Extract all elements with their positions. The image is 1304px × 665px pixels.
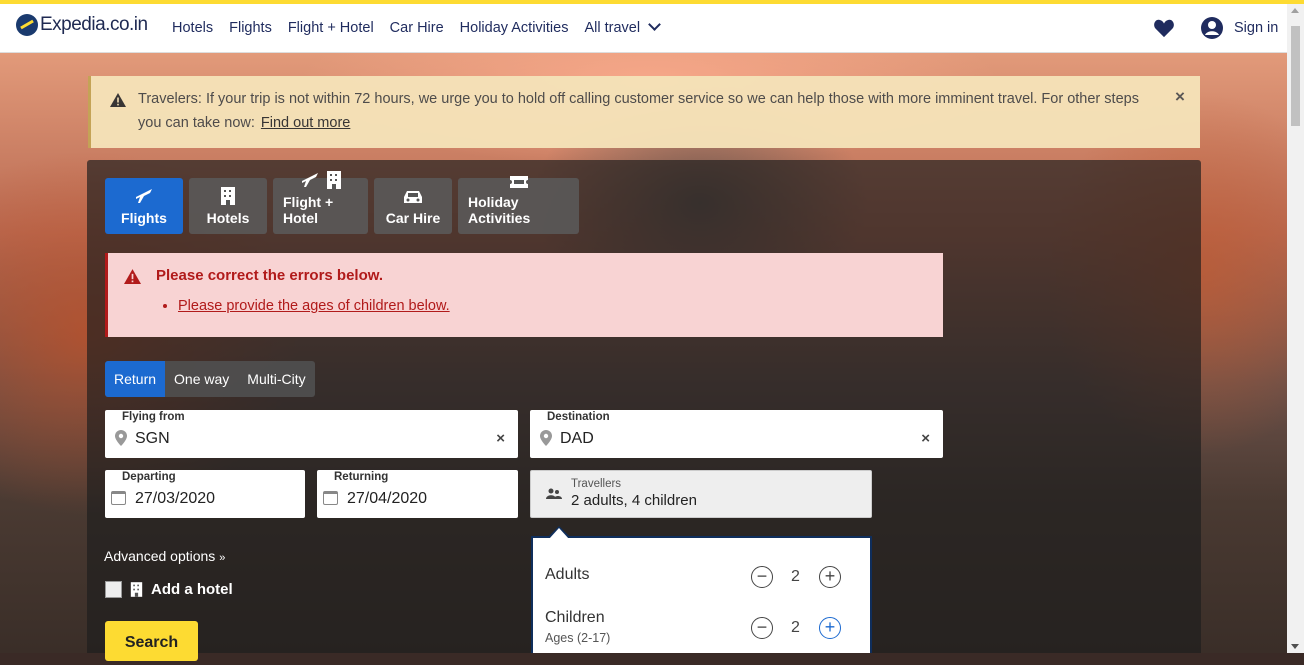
advisory-message: Travelers: If your trip is not within 72… [138,87,1148,135]
nav-holiday-activities[interactable]: Holiday Activities [460,20,569,36]
travellers-value: 2 adults, 4 children [571,492,697,509]
clear-icon[interactable]: × [921,430,930,447]
error-warning-icon [124,269,141,284]
advanced-options-label: Advanced options [104,548,216,564]
tab-label: Holiday Activities [468,194,531,226]
error-list: Please provide the ages of children belo… [148,286,450,314]
sign-in-button[interactable]: Sign in [1201,17,1278,39]
destination-value: DAD [560,430,594,447]
returning-value: 27/04/2020 [347,490,428,507]
adults-decrement-button[interactable]: − [751,566,773,588]
tab-flight-hotel[interactable]: Flight + Hotel [273,171,368,234]
search-button[interactable]: Search [105,621,198,661]
tab-label: Hotels [206,210,250,226]
departing-field[interactable]: Departing 27/03/2020 [105,470,305,518]
flying-from-label: Flying from [122,411,185,423]
adults-row: Adults − 2 + [545,566,857,606]
plane-building-icon [300,171,342,189]
children-count: 2 [791,619,800,636]
tab-car-hire[interactable]: Car Hire [374,178,452,234]
warning-icon [110,93,126,107]
nav-all-travel[interactable]: All travel [584,18,661,36]
travellers-button[interactable]: Travellers 2 adults, 4 children [530,470,872,518]
travel-advisory-banner: Travelers: If your trip is not within 72… [88,76,1200,148]
adults-label: Adults [545,566,590,583]
tab-flights[interactable]: Flights [105,178,183,234]
tab-label: Car Hire [385,210,441,226]
expedia-logo[interactable]: Expedia.co.in [16,14,148,36]
heart-icon[interactable] [1153,18,1175,38]
children-age-range: Ages (2-17) [545,631,611,645]
trip-type-multi-city[interactable]: Multi-City [238,361,314,397]
children-row: Children Ages (2-17) − 2 + [545,609,857,649]
nav-flight-hotel[interactable]: Flight + Hotel [288,20,374,36]
find-out-more-link[interactable]: Find out more [261,115,350,131]
trip-type-toggle: Return One way Multi-City [105,361,315,397]
brand-name: Expedia.co.in [40,14,148,35]
error-title: Please correct the errors below. [156,267,384,284]
globe-icon [16,14,38,36]
tab-holiday-activities[interactable]: Holiday Activities [458,175,579,234]
account-icon [1201,17,1223,39]
ticket-icon [509,175,529,189]
location-pin-icon [115,430,127,446]
error-link[interactable]: Please provide the ages of children belo… [178,298,450,314]
nav-all-travel-label: All travel [584,20,641,36]
tab-label: Flight + Hotel [283,194,334,226]
travellers-label: Travellers [571,478,622,490]
trip-type-one-way[interactable]: One way [165,361,238,397]
travellers-popup: Adults − 2 + Children Ages (2-17) − 2 + [531,526,872,653]
sign-in-label: Sign in [1234,20,1279,36]
error-summary: Please correct the errors below. Please … [105,253,943,337]
destination-field[interactable]: Destination DAD × [530,410,943,458]
tab-hotels[interactable]: Hotels [189,178,267,234]
departing-value: 27/03/2020 [135,490,216,507]
scroll-up-arrow-icon[interactable] [1291,8,1299,13]
search-panel: Flights Hotels Flight + Hotel Car Hire H… [87,160,1201,661]
plane-icon [134,187,154,205]
children-label: Children [545,609,605,626]
flying-from-field[interactable]: Flying from SGN × [105,410,518,458]
children-increment-button[interactable]: + [819,617,841,639]
clear-icon[interactable]: × [496,430,505,447]
children-decrement-button[interactable]: − [751,617,773,639]
location-pin-icon [540,430,552,446]
scrollbar-thumb[interactable] [1291,26,1300,126]
flying-from-value: SGN [135,430,170,447]
nav-flights[interactable]: Flights [229,20,272,36]
returning-label: Returning [334,471,389,483]
scroll-down-arrow-icon[interactable] [1291,644,1299,649]
adults-count: 2 [791,568,800,585]
page-scrollbar[interactable] [1287,4,1304,653]
departing-label: Departing [122,471,176,483]
chevron-down-icon [648,18,661,31]
people-icon [546,488,562,499]
add-hotel-option[interactable]: Add a hotel [105,581,233,598]
add-hotel-label: Add a hotel [151,581,233,598]
building-icon [220,187,236,205]
popup-caret [547,526,571,539]
site-header: Expedia.co.in Hotels Flights Flight + Ho… [0,4,1287,53]
nav-hotels[interactable]: Hotels [172,20,213,36]
advanced-options-toggle[interactable]: Advanced options » [104,548,225,564]
nav-car-hire[interactable]: Car Hire [390,20,444,36]
building-icon [130,582,143,597]
adults-increment-button[interactable]: + [819,566,841,588]
calendar-icon [323,491,338,505]
close-icon[interactable]: × [1175,87,1185,107]
product-tabs: Flights Hotels Flight + Hotel Car Hire H… [105,171,579,234]
trip-type-return[interactable]: Return [105,361,166,397]
error-item: Please provide the ages of children belo… [178,298,450,314]
tab-label: Flights [121,210,167,226]
main-nav: Hotels Flights Flight + Hotel Car Hire H… [172,18,675,36]
destination-label: Destination [547,411,610,423]
calendar-icon [111,491,126,505]
add-hotel-checkbox[interactable] [105,581,122,598]
returning-field[interactable]: Returning 27/04/2020 [317,470,518,518]
car-icon [403,189,423,205]
double-chevron-down-icon: » [219,552,226,564]
